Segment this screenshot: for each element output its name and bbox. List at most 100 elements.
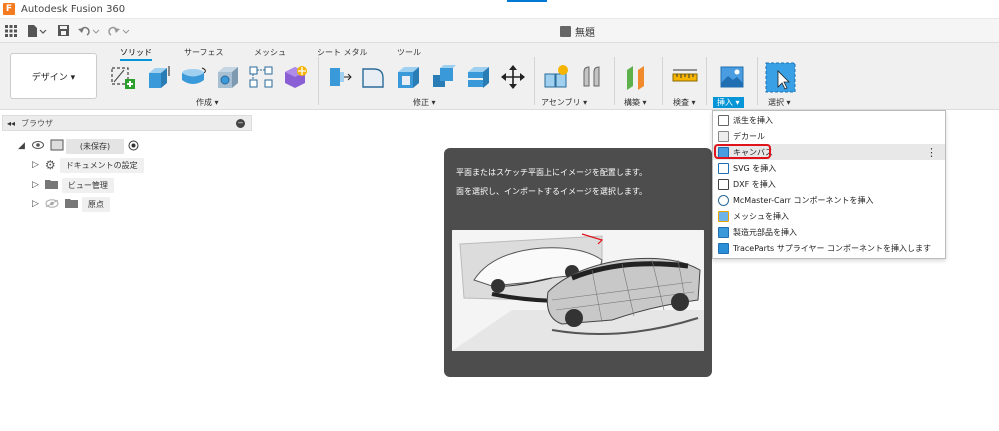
tooltip-line-1: 平面またはスケッチ平面上にイメージを配置します。 [456,168,648,177]
workspace-switcher[interactable]: デザイン ▾ [10,53,97,99]
insert-derive-icon [718,114,729,126]
app-title: Autodesk Fusion 360 [21,3,126,15]
create-group-label[interactable]: 作成 ▾ [196,97,219,108]
browser-panel-header: ◂◂ ブラウザ − [2,115,252,131]
new-joint-icon[interactable] [543,64,569,90]
hole-icon[interactable] [214,64,240,90]
menu-item-label: 製造元部品を挿入 [733,227,797,237]
select-group-label[interactable]: 選択 ▾ [768,97,791,108]
menu-item-decal[interactable]: デカール [713,128,945,144]
ribbon-separator [706,57,707,105]
tab-tools[interactable]: ツール [397,47,421,58]
menu-item-label: DXF を挿入 [733,179,776,189]
menu-item-traceparts[interactable]: TraceParts サプライヤー コンポーネントを挿入します [713,240,945,256]
menu-item-label: 派生を挿入 [733,115,773,125]
construct-group-label[interactable]: 構築 ▾ [624,97,647,108]
menu-item-insert-svg[interactable]: SVG を挿入 [713,160,945,176]
redo-icon[interactable] [104,20,134,42]
tab-mesh[interactable]: メッシュ [254,47,286,58]
revolve-icon[interactable] [180,64,206,90]
decal-icon [718,130,729,142]
tooltip-car-illustration [452,230,704,351]
insert-group-label[interactable]: 挿入 ▾ [713,97,744,108]
traceparts-icon [718,242,729,254]
activate-radio-icon[interactable] [128,140,139,153]
menu-item-insert-mesh[interactable]: メッシュを挿入 [713,208,945,224]
expand-triangle-icon[interactable]: ▷ [32,180,39,190]
undo-icon[interactable] [74,20,104,42]
tree-item-label: 原点 [81,196,110,212]
fillet-icon[interactable] [360,64,386,90]
inspect-group-label[interactable]: 検査 ▾ [673,97,696,108]
tooltip-line-2: 面を選択し、インポートするイメージを選択します。 [456,187,648,196]
ribbon-separator [318,57,319,105]
as-built-joint-icon[interactable] [580,64,606,90]
ribbon: デザイン ▾ ソリッド サーフェス メッシュ シート メタル ツール 作成 ▾ … [0,43,999,110]
insert-image-icon[interactable] [719,64,745,90]
tree-item-named-views[interactable]: ▷ ビュー管理 [32,177,114,193]
split-body-icon[interactable] [465,64,491,90]
dxf-file-icon [718,178,729,190]
mcmaster-carr-icon [718,194,729,206]
pattern-icon[interactable] [248,64,274,90]
offset-plane-icon[interactable] [624,64,650,90]
tab-sheet-metal[interactable]: シート メタル [317,47,368,58]
menu-item-label: メッシュを挿入 [733,211,789,221]
component-icon [50,139,64,153]
folder-icon [44,179,58,191]
modify-group-label[interactable]: 修正 ▾ [413,97,436,108]
measure-icon[interactable] [672,64,698,90]
tree-item-label: ビュー管理 [61,177,114,193]
expand-triangle-icon[interactable]: ◢ [18,141,25,151]
save-icon[interactable] [52,20,74,42]
mesh-icon [718,210,729,222]
ribbon-separator [757,57,758,105]
canvas-tooltip: 平面またはスケッチ平面上にイメージを配置します。 面を選択し、インポートするイメ… [444,148,712,377]
press-pull-icon[interactable] [326,64,352,90]
ribbon-separator [614,57,615,105]
svg-file-icon [718,162,729,174]
menu-item-insert-derive[interactable]: 派生を挿入 [713,112,945,128]
document-title-label: 無題 [575,28,595,39]
new-component-icon[interactable] [282,64,308,90]
visibility-eye-icon[interactable] [31,141,44,151]
expand-triangle-icon[interactable]: ▷ [32,199,39,209]
insert-dropdown-menu: 派生を挿入 デカール キャンバス ⋮ SVG を挿入 DXF を挿入 McMas… [712,110,946,259]
tree-root[interactable]: ◢ (未保存) [18,138,139,154]
title-accent-bar [507,0,547,2]
folder-icon [64,198,78,210]
minimize-browser-icon[interactable]: − [236,119,245,128]
menu-item-label: TraceParts サプライヤー コンポーネントを挿入します [733,243,932,253]
menu-item-mcmaster-carr[interactable]: McMaster-Carr コンポーネントを挿入 [713,192,945,208]
document-title: 無題 [560,24,595,39]
quick-access-toolbar [0,19,999,43]
combine-icon[interactable] [430,64,456,90]
title-bar: F Autodesk Fusion 360 [0,0,999,19]
menu-item-manufacturer-part[interactable]: 製造元部品を挿入 [713,224,945,240]
tree-item-label: ドキュメントの設定 [59,157,144,173]
assemble-group-label[interactable]: アセンブリ ▾ [541,97,587,108]
move-copy-icon[interactable] [500,64,526,90]
extrude-icon[interactable] [145,64,171,90]
file-menu-icon[interactable] [22,20,52,42]
menu-item-label: デカール [733,131,765,141]
tree-item-origin[interactable]: ▷ 原点 [32,196,110,212]
select-tool-icon[interactable] [765,62,796,93]
hidden-eye-icon[interactable] [45,198,59,210]
app-grid-icon[interactable] [0,20,22,42]
menu-item-label: SVG を挿入 [733,163,777,173]
menu-item-insert-dxf[interactable]: DXF を挿入 [713,176,945,192]
tree-item-document-settings[interactable]: ▷ ⚙ ドキュメントの設定 [32,157,144,173]
root-component-label: (未保存) [65,138,125,154]
tab-surface[interactable]: サーフェス [184,47,224,58]
more-options-icon[interactable]: ⋮ [926,146,937,159]
manufacturer-part-icon [718,226,729,238]
create-sketch-icon[interactable] [110,64,136,90]
tab-solid[interactable]: ソリッド [120,47,152,61]
shell-icon[interactable] [395,64,421,90]
ribbon-separator [534,57,535,105]
collapse-browser-icon[interactable]: ◂◂ [7,119,15,128]
expand-triangle-icon[interactable]: ▷ [32,160,39,170]
menu-item-label: McMaster-Carr コンポーネントを挿入 [733,195,874,205]
fusion-logo-icon: F [3,3,15,15]
